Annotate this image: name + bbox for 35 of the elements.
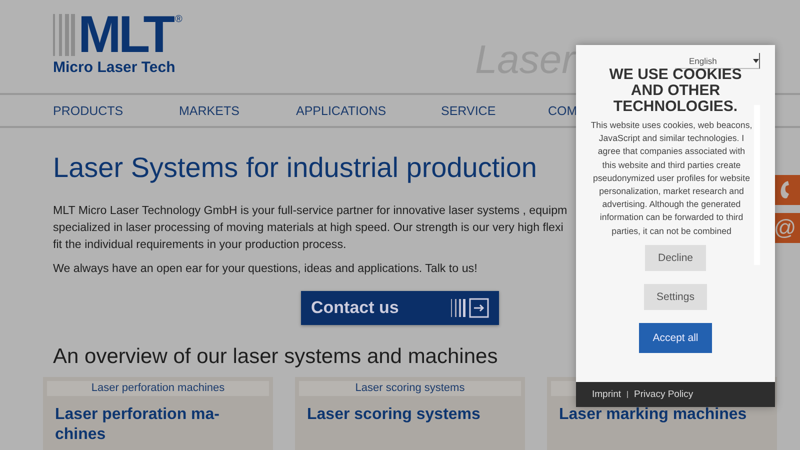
card-title: Laser scoring systems <box>307 405 482 425</box>
nav-link[interactable]: APPLICATIONS <box>296 104 386 118</box>
logo-text: Micro Laser Tech <box>53 59 176 76</box>
intro-text-line: MLT Micro Laser Technology GmbH is your full-service partner for innovative laser systems , equipm <box>53 203 568 219</box>
footer-link[interactable]: Privacy Policy <box>634 389 694 400</box>
card-title: chines <box>55 425 107 445</box>
nav-link[interactable]: MARKETS <box>179 104 240 118</box>
logo-bars-icon <box>53 14 75 56</box>
logo-mark: MLT <box>78 14 172 56</box>
nav-link[interactable]: SERVICE <box>441 104 496 118</box>
arrow-icon <box>451 298 491 318</box>
consent-button[interactable]: Settings <box>644 284 708 310</box>
phone-icon <box>778 180 792 200</box>
consent-button[interactable]: Decline <box>644 244 706 271</box>
card-label: Laser scoring systems <box>299 381 521 396</box>
card-title: Laser perforation ma- <box>55 405 220 425</box>
section-heading: An overview of our laser systems and machines <box>53 345 498 369</box>
consent-button[interactable]: Accept all <box>638 322 712 353</box>
intro-text-line: specialized in laser processing of moving materials at high speed. Our strength is our very high flexi <box>53 220 564 236</box>
card-label: Laser perforation machines <box>47 381 269 396</box>
nav-link[interactable]: COM <box>548 104 578 118</box>
intro-text: We always have an open ear for your questions, ideas and applications. Talk to us! <box>53 262 478 275</box>
caret-icon <box>753 58 759 62</box>
registered-mark: ® <box>174 14 182 25</box>
intro-text-line: fit the individual requirements in your production process. <box>53 237 346 253</box>
cookie-title: WE USE COOKIES AND OTHER TECHNOLOGIES. <box>608 67 743 115</box>
nav-link[interactable]: PRODUCTS <box>53 104 124 118</box>
contact-button[interactable]: Contact us <box>301 291 499 325</box>
card-title: Laser marking machines <box>559 405 748 425</box>
product-card[interactable]: Laser scoring systems Laser scoring systems <box>295 377 525 450</box>
page-heading: Laser Systems for industrial production <box>53 152 537 184</box>
footer-link[interactable]: Imprint <box>592 389 622 400</box>
language-select[interactable]: English <box>675 53 760 69</box>
product-card[interactable]: Laser perforation machines Laser perforation ma- chines <box>43 377 273 450</box>
cookie-text: This website uses cookies, web beacons, JavaScript and similar technologies. I agree that companies associated with this website and third parties create pseudonymized user profiles for website personalization, market research and advertising. Although the generated information can be forwarded to third parties, it can not be combined <box>590 119 752 238</box>
